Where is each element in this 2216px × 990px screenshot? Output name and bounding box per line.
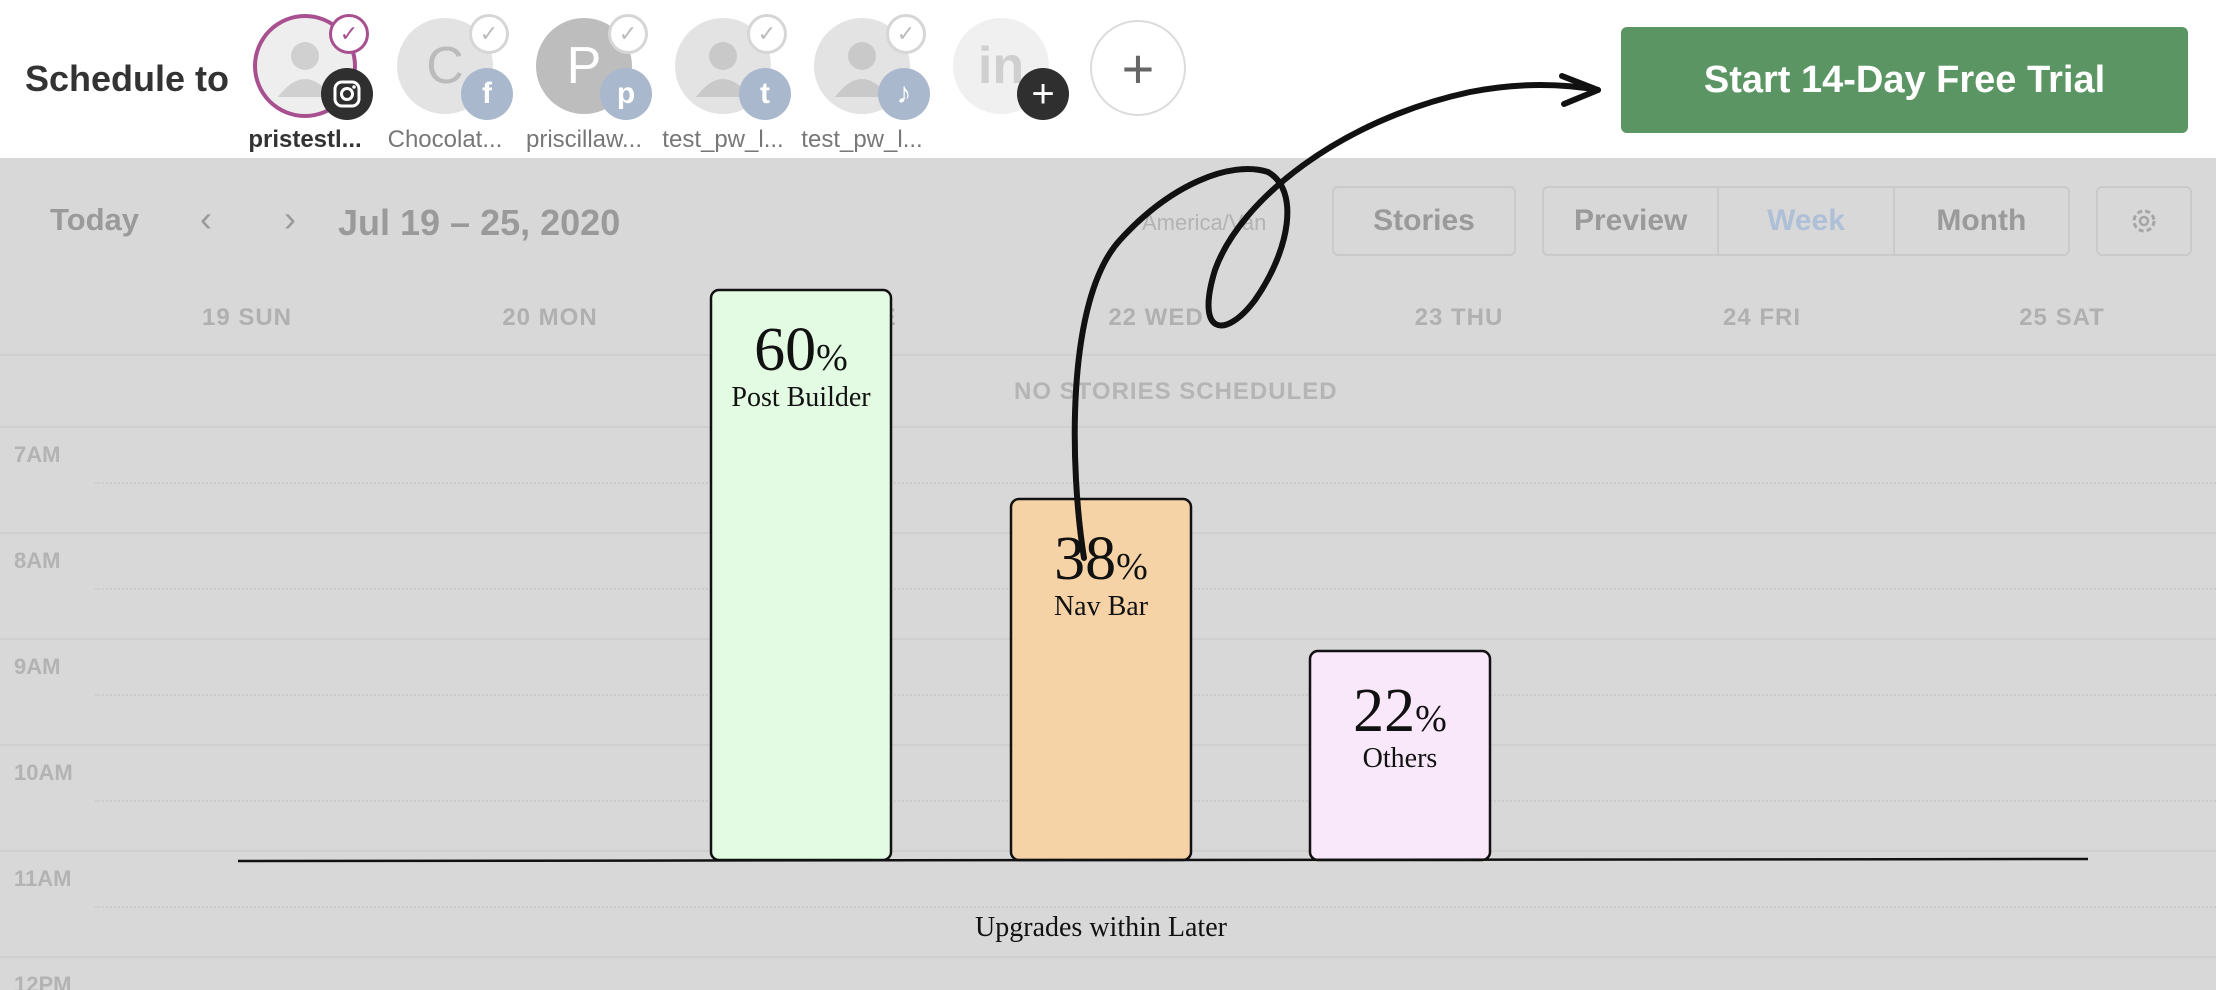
account-name: test_pw_l...: [662, 126, 784, 153]
next-week-icon[interactable]: ›: [284, 198, 296, 240]
avatar-letter: P: [566, 37, 602, 95]
hour-line: [0, 850, 2216, 852]
hour-line: [95, 588, 2216, 590]
account-twitter[interactable]: ✓ t test_pw_l...: [653, 14, 793, 158]
timezone-select[interactable]: America/Van: [1142, 210, 1266, 236]
day-header: 23 THU: [1414, 304, 1504, 331]
facebook-icon: f: [461, 68, 513, 120]
time-label: 12PM: [14, 972, 72, 990]
schedule-header: Schedule to ✓ pristestl... C ✓ f Chocola…: [0, 0, 2216, 158]
preview-view-button[interactable]: Preview: [1544, 188, 1720, 254]
day-header: 24 FRI: [1722, 304, 1802, 331]
prev-week-icon[interactable]: ‹: [200, 198, 212, 240]
account-name: pristestl...: [248, 126, 362, 153]
settings-button[interactable]: [2096, 186, 2192, 256]
hour-line: [95, 694, 2216, 696]
start-free-trial-button[interactable]: Start 14-Day Free Trial: [1621, 27, 2188, 133]
schedule-to-label: Schedule to: [25, 58, 230, 99]
divider: [0, 354, 2216, 356]
hour-line: [95, 482, 2216, 484]
no-stories-message: NO STORIES SCHEDULED: [1014, 378, 1338, 405]
instagram-icon: [321, 68, 373, 120]
day-header: 25 SAT: [2019, 304, 2105, 331]
twitter-icon: t: [739, 68, 791, 120]
hour-line: [0, 532, 2216, 534]
account-instagram[interactable]: ✓ pristestl...: [235, 14, 375, 158]
hour-line: [0, 956, 2216, 958]
calendar-week-view: Today ‹ › Jul 19 – 25, 2020 America/Van …: [0, 158, 2216, 990]
account-name: Chocolat...: [387, 126, 503, 153]
stories-button[interactable]: Stories: [1332, 186, 1516, 256]
tiktok-icon: ♪: [878, 68, 930, 120]
check-icon: ✓: [608, 14, 648, 54]
avatar-letter: C: [426, 37, 464, 95]
day-header: 22 WED: [1108, 304, 1204, 331]
gear-icon: [2132, 209, 2156, 233]
pinterest-icon: p: [600, 68, 652, 120]
check-icon: ✓: [747, 14, 787, 54]
day-header: 21 TUE: [809, 304, 897, 331]
divider: [0, 426, 2216, 428]
account-name: priscillaw...: [525, 126, 643, 153]
time-label: 9AM: [14, 654, 61, 679]
account-facebook[interactable]: C ✓ f Chocolat...: [375, 14, 515, 158]
day-header: 20 MON: [502, 304, 598, 331]
time-label: 8AM: [14, 548, 61, 573]
account-linkedin[interactable]: in +: [931, 18, 1071, 158]
time-label: 11AM: [14, 866, 72, 891]
check-icon: ✓: [329, 14, 369, 54]
time-label: 10AM: [14, 760, 73, 785]
week-view-button[interactable]: Week: [1719, 188, 1895, 254]
account-pinterest[interactable]: P ✓ p priscillaw...: [514, 14, 654, 158]
date-range: Jul 19 – 25, 2020: [338, 202, 621, 243]
day-header: 19 SUN: [201, 304, 293, 331]
time-label: 7AM: [14, 442, 61, 467]
check-icon: ✓: [886, 14, 926, 54]
month-view-button[interactable]: Month: [1895, 188, 2068, 254]
hour-line: [0, 744, 2216, 746]
account-name: test_pw_l...: [801, 126, 923, 153]
check-icon: ✓: [469, 14, 509, 54]
view-switcher: Preview Week Month: [1542, 186, 2070, 256]
account-tiktok[interactable]: ✓ ♪ test_pw_l...: [792, 14, 932, 158]
today-button[interactable]: Today: [50, 202, 139, 238]
add-icon: +: [1017, 68, 1069, 120]
hour-line: [0, 638, 2216, 640]
add-account-button[interactable]: +: [1090, 20, 1186, 116]
hour-line: [95, 906, 2216, 908]
hour-line: [95, 800, 2216, 802]
